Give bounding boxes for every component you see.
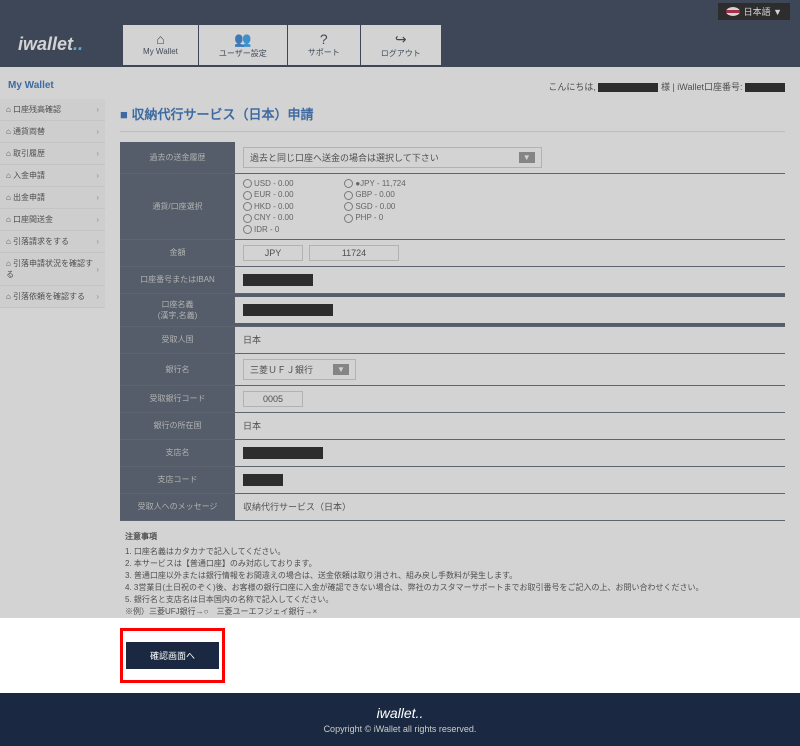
sidebar-item[interactable]: ⌂ 引落依頼を確認する› <box>0 286 105 308</box>
past-transfer-label: 過去の送金履歴 <box>120 147 235 168</box>
nav-tab[interactable]: ↪ログアウト <box>361 25 441 65</box>
chevron-right-icon: › <box>96 193 99 202</box>
chevron-right-icon: › <box>96 265 99 274</box>
flag-icon <box>726 7 740 16</box>
bank-label: 銀行名 <box>120 359 235 380</box>
sidebar-item[interactable]: ⌂ 出金申請› <box>0 187 105 209</box>
bankcode-input[interactable]: 0005 <box>243 391 303 407</box>
nav-icon: ? <box>308 31 340 47</box>
branch-label: 支店名 <box>120 442 235 463</box>
nav-tab[interactable]: ⌂My Wallet <box>123 25 198 65</box>
nav-icon: 👥 <box>219 31 267 48</box>
chevron-down-icon: ▼ <box>519 152 535 163</box>
sidebar-title: My Wallet <box>0 72 105 99</box>
nav-tab[interactable]: 👥ユーザー設定 <box>199 25 287 65</box>
language-selector[interactable]: 日本語 ▼ <box>718 3 790 20</box>
sidebar-item[interactable]: ⌂ 通貨両替› <box>0 121 105 143</box>
chevron-right-icon: › <box>96 215 99 224</box>
bank-select[interactable]: 三菱ＵＦＪ銀行▼ <box>243 359 356 380</box>
header: iwallet.. ⌂My Wallet👥ユーザー設定?サポート↪ログアウト <box>0 22 800 67</box>
page-title: ■ 収納代行サービス（日本）申請 <box>120 96 785 132</box>
nav-icon: ⌂ <box>143 31 178 47</box>
sidebar: My Wallet ⌂ 口座残高確認›⌂ 通貨両替›⌂ 取引履歴›⌂ 入金申請›… <box>0 67 105 693</box>
footer: iwallet.. Copyright © iWallet all rights… <box>0 693 800 746</box>
confirm-highlight: 確認画面へ <box>120 628 225 683</box>
branchcode-label: 支店コード <box>120 469 235 490</box>
sidebar-item[interactable]: ⌂ 引落申請状況を確認する› <box>0 253 105 286</box>
message-label: 受取人へのメッセージ <box>120 496 235 517</box>
amount-input[interactable]: 11724 <box>309 245 399 261</box>
country-value: 日本 <box>235 327 785 353</box>
iban-input[interactable] <box>243 274 313 286</box>
amount-label: 金額 <box>120 242 235 263</box>
form-panel: 過去の送金履歴 過去と同じ口座へ送金の場合は選択して下さい▼ 通貨/口座選択 U… <box>120 142 785 521</box>
bankcode-label: 受取銀行コード <box>120 388 235 409</box>
branchcode-input[interactable] <box>243 474 283 486</box>
logo: iwallet.. <box>18 34 83 55</box>
chevron-right-icon: › <box>96 105 99 114</box>
currency-options[interactable]: USD - 0.00●JPY - 11,724EUR - 0.00GBP - 0… <box>243 179 406 234</box>
amount-currency: JPY <box>243 245 303 261</box>
bankcountry-value: 日本 <box>235 413 785 439</box>
sidebar-item[interactable]: ⌂ 入金申請› <box>0 165 105 187</box>
confirm-button[interactable]: 確認画面へ <box>126 642 219 669</box>
chevron-right-icon: › <box>96 127 99 136</box>
sidebar-item[interactable]: ⌂ 引落請求をする› <box>0 231 105 253</box>
chevron-right-icon: › <box>96 237 99 246</box>
user-bar: こんにちは, 様 | iWallet口座番号: <box>120 77 785 96</box>
branch-input[interactable] <box>243 447 323 459</box>
notes-section: 注意事項 1. 口座名義はカタカナで記入してください。2. 本サービスは【普通口… <box>120 521 785 628</box>
chevron-down-icon: ▼ <box>333 364 349 375</box>
currency-label: 通貨/口座選択 <box>120 196 235 217</box>
past-transfer-select[interactable]: 過去と同じ口座へ送金の場合は選択して下さい▼ <box>243 147 542 168</box>
chevron-right-icon: › <box>96 292 99 301</box>
chevron-right-icon: › <box>96 149 99 158</box>
iban-label: 口座番号またはIBAN <box>120 269 235 290</box>
message-value: 収納代行サービス（日本） <box>235 494 785 520</box>
account-name-input[interactable] <box>243 304 333 316</box>
sidebar-item[interactable]: ⌂ 口座間送金› <box>0 209 105 231</box>
bankcountry-label: 銀行の所在国 <box>120 415 235 436</box>
nav-icon: ↪ <box>381 31 421 48</box>
country-label: 受取人国 <box>120 329 235 350</box>
nav-tab[interactable]: ?サポート <box>288 25 360 65</box>
sidebar-item[interactable]: ⌂ 取引履歴› <box>0 143 105 165</box>
chevron-right-icon: › <box>96 171 99 180</box>
account-name-label: 口座名義 (漢字,名義) <box>120 294 235 326</box>
sidebar-item[interactable]: ⌂ 口座残高確認› <box>0 99 105 121</box>
